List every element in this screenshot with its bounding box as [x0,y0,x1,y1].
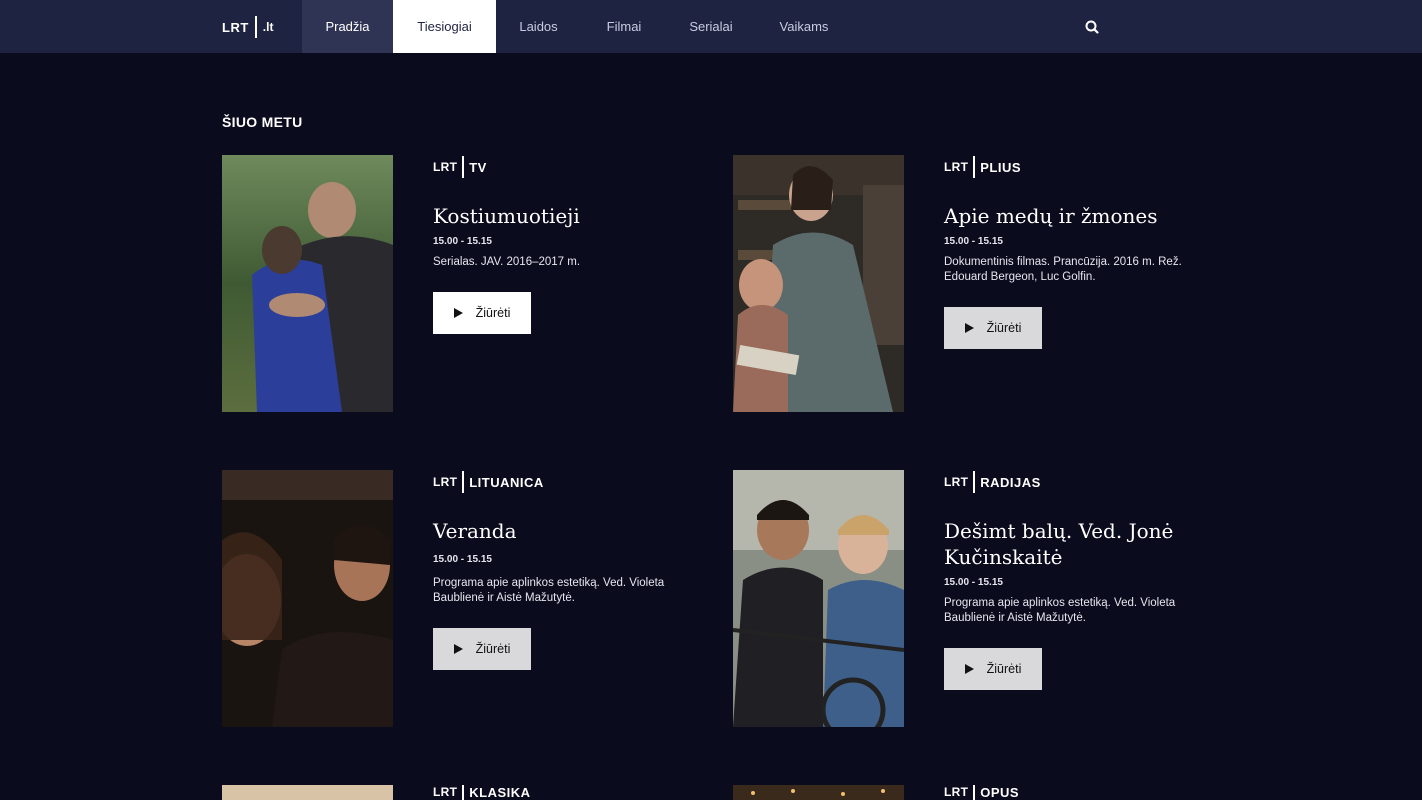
nav-item-pradzia[interactable]: Pradžia [302,0,393,53]
channel-name: LITUANICA [469,474,544,490]
play-icon [453,308,463,318]
play-icon [964,323,974,333]
logo-tld: .lt [262,20,274,34]
channel-divider [462,156,465,178]
channel-name: TV [469,159,487,175]
search-icon[interactable] [1084,19,1100,35]
program-time: 15.00 - 15.15 [433,554,492,565]
channel-logo: LRT RADIJAS [944,470,1041,494]
program-time: 15.00 - 15.15 [944,577,1003,588]
channel-brand: LRT [433,475,458,489]
nav-item-serialai[interactable]: Serialai [678,0,744,53]
program-time: 15.00 - 15.15 [433,236,492,247]
program-description: Programa apie aplinkos estetiką. Ved. Vi… [433,577,665,604]
channel-name: KLASIKA [469,785,531,800]
channel-divider [973,471,976,493]
program-time: 15.00 - 15.15 [944,236,1003,247]
channel-divider [462,785,465,800]
channel-logo: LRT TV [433,155,487,179]
program-description: Serialas. JAV. 2016–2017 m. [433,256,581,268]
program-title[interactable]: Apie medų ir žmones [944,203,1204,229]
watch-button[interactable]: Žiūrėti [944,307,1042,349]
channel-divider [973,156,976,178]
channel-name: OPUS [980,785,1020,800]
watch-button-label: Žiūrėti [986,662,1022,676]
channel-brand: LRT [433,160,458,174]
play-icon [964,664,974,674]
channel-brand: LRT [433,785,458,799]
top-navigation: LRT .lt Pradžia Tiesiogiai Laidos Filmai… [0,0,1422,53]
channel-logo: LRT LITUANICA [433,470,544,494]
watch-button-label: Žiūrėti [475,306,511,320]
nav-item-filmai[interactable]: Filmai [594,0,654,53]
program-title[interactable]: Dešimt balų. Ved. Jonė Kučinskaitė [944,518,1204,570]
watch-button[interactable]: Žiūrėti [944,648,1042,690]
watch-button-label: Žiūrėti [986,321,1022,335]
channel-logo: LRT PLIUS [944,155,1021,179]
nav-item-vaikams[interactable]: Vaikams [768,0,840,53]
program-thumbnail[interactable] [733,470,904,727]
section-title: ŠIUO METU [222,114,303,130]
nav-item-tiesiogiai[interactable]: Tiesiogiai [393,0,496,53]
watch-button-label: Žiūrėti [475,642,511,656]
program-thumbnail[interactable] [733,785,904,800]
watch-button[interactable]: Žiūrėti [433,292,531,334]
program-description: Dokumentinis filmas. Prancūzija. 2016 m.… [944,256,1182,283]
watch-button[interactable]: Žiūrėti [433,628,531,670]
program-thumbnail[interactable] [733,155,904,412]
channel-divider [462,471,465,493]
channel-logo: LRT OPUS [944,785,1019,800]
channel-name: RADIJAS [980,474,1041,490]
play-icon [453,644,463,654]
program-description: Programa apie aplinkos estetiką. Ved. Vi… [944,597,1176,624]
program-thumbnail[interactable] [222,470,393,727]
program-title[interactable]: Kostiumuotieji [433,203,693,229]
channel-logo: LRT KLASIKA [433,785,531,800]
channel-brand: LRT [944,785,969,799]
nav-item-laidos[interactable]: Laidos [506,0,571,53]
channel-brand: LRT [944,475,969,489]
program-title[interactable]: Veranda [433,518,693,544]
lrt-logo[interactable]: LRT .lt [222,15,273,39]
program-thumbnail[interactable] [222,785,393,800]
logo-divider [254,16,257,38]
program-thumbnail[interactable] [222,155,393,412]
logo-brand: LRT [222,19,249,35]
channel-name: PLIUS [980,159,1022,175]
channel-divider [973,785,976,800]
channel-brand: LRT [944,160,969,174]
